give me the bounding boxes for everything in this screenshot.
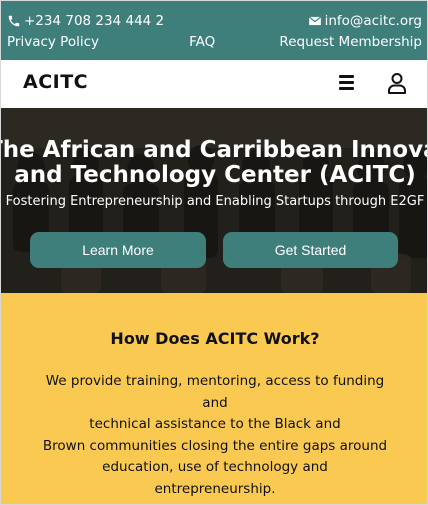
faq-link[interactable]: FAQ: [189, 34, 215, 50]
envelope-icon: [308, 16, 321, 26]
how-it-works-description: We provide training, mentoring, access t…: [31, 371, 399, 500]
how-it-works-heading: How Does ACITC Work?: [110, 329, 320, 348]
request-membership-link[interactable]: Request Membership: [279, 34, 422, 50]
user-icon[interactable]: [387, 72, 407, 94]
description-line: Brown communities closing the entire gap…: [42, 437, 388, 454]
site-logo[interactable]: ACITC: [23, 71, 88, 93]
description-line: education, use of technology and: [102, 459, 328, 475]
site-header: ACITC: [1, 60, 427, 108]
email-contact[interactable]: info@acitc.org: [308, 13, 422, 29]
hero-banner: The African and Carribbean Innovation an…: [1, 108, 427, 293]
get-started-button[interactable]: Get Started: [223, 232, 398, 268]
learn-more-button[interactable]: Learn More: [30, 232, 206, 268]
page: +234 708 234 444 2 info@acitc.org Privac…: [0, 0, 428, 505]
contact-row: +234 708 234 444 2 info@acitc.org: [7, 12, 422, 30]
hero-title: The African and Carribbean Innovation an…: [1, 137, 427, 188]
description-line: technical assistance to the Black and: [89, 416, 341, 432]
phone-icon: [8, 15, 20, 27]
top-links-row: Privacy Policy FAQ Request Membership: [7, 33, 422, 51]
hero-title-line-1: The African and Carribbean Innovation: [1, 137, 427, 163]
description-line: We provide training, mentoring, access t…: [45, 373, 385, 411]
menu-icon[interactable]: [339, 75, 357, 93]
hero-subtitle: Fostering Entrepreneurship and Enabling …: [5, 194, 425, 209]
phone-contact[interactable]: +234 708 234 444 2: [7, 13, 164, 29]
phone-number: +234 708 234 444 2: [24, 13, 165, 29]
email-address: info@acitc.org: [324, 13, 422, 29]
how-it-works-section: How Does ACITC Work? We provide training…: [1, 293, 427, 504]
top-info-bar: +234 708 234 444 2 info@acitc.org Privac…: [1, 1, 427, 60]
hero-title-line-2: and Technology Center (ACITC): [14, 162, 416, 188]
privacy-policy-link[interactable]: Privacy Policy: [7, 34, 99, 50]
description-line: entrepreneurship.: [154, 480, 276, 497]
